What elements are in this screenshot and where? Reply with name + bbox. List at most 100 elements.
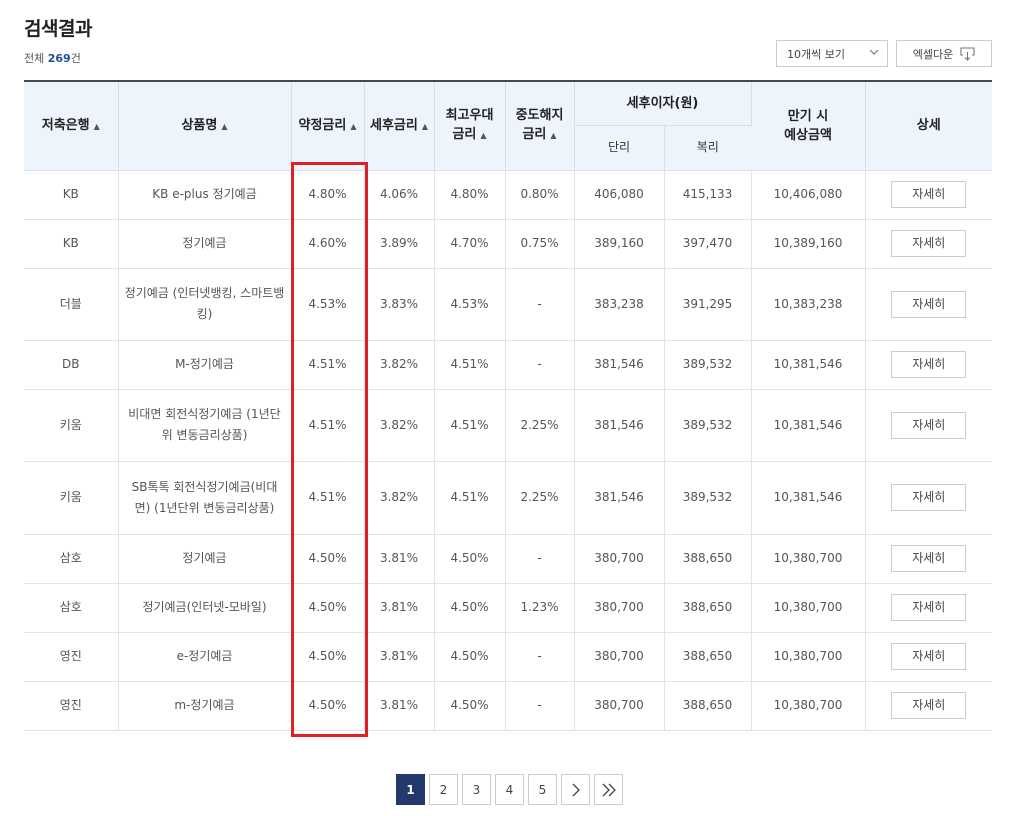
table-row: KB KB e-plus 정기예금 4.80% 4.06% 4.80% 0.80% 406,… <box>24 170 992 220</box>
cell-rate: 4.50% <box>291 534 365 584</box>
per-page-label: 10개씩 보기 <box>787 47 845 61</box>
last-page-button[interactable] <box>594 774 623 805</box>
cell-early-rate: 2.25% <box>505 389 575 462</box>
cell-bank: 삼호 <box>24 534 119 584</box>
cell-detail: 자세히 <box>865 219 992 269</box>
excel-download-label: 엑셀다운 <box>912 47 954 61</box>
cell-bank: KB <box>24 219 119 269</box>
table-row: 영진 e-정기예금 4.50% 3.81% 4.50% -380,700 388,650 10… <box>24 632 992 682</box>
cell-product: 정기예금 (인터넷뱅킹, 스마트뱅킹) <box>118 268 292 341</box>
cell-rate: 4.51% <box>291 461 365 535</box>
sort-up-icon[interactable]: ▲ <box>550 131 556 140</box>
cell-early-rate: 0.80% <box>505 170 575 220</box>
page-button-4[interactable]: 4 <box>495 774 524 805</box>
cell-after-tax-rate: 3.89% <box>364 219 435 269</box>
next-page-button[interactable] <box>561 774 590 805</box>
header-early-rate[interactable]: 중도해지 금리 ▲ <box>505 80 575 171</box>
cell-early-rate: 1.23% <box>505 583 575 633</box>
cell-compound-interest: 389,532 <box>664 340 752 390</box>
sort-up-icon[interactable]: ▲ <box>221 122 227 131</box>
cell-detail: 자세히 <box>865 268 992 341</box>
cell-maturity-amount: 10,380,700 <box>751 681 866 731</box>
cell-detail: 자세히 <box>865 583 992 633</box>
cell-after-tax-rate: 3.81% <box>364 583 435 633</box>
cell-rate: 4.50% <box>291 632 365 682</box>
cell-bank: 영진 <box>24 632 119 682</box>
cell-product: m-정기예금 <box>118 681 292 731</box>
cell-detail: 자세히 <box>865 461 992 535</box>
cell-after-tax-rate: 3.82% <box>364 340 435 390</box>
header-rate[interactable]: 약정금리 ▲ <box>291 80 365 171</box>
sort-up-icon[interactable]: ▲ <box>422 122 428 131</box>
page-button-3[interactable]: 3 <box>462 774 491 805</box>
pagination: 1 2 3 4 5 <box>396 774 623 805</box>
detail-button[interactable]: 자세히 <box>891 484 967 511</box>
cell-simple-interest: 380,700 <box>574 534 665 584</box>
cell-simple-interest: 383,238 <box>574 268 665 341</box>
sort-up-icon[interactable]: ▲ <box>350 122 356 131</box>
detail-button[interactable]: 자세히 <box>891 545 967 572</box>
cell-detail: 자세히 <box>865 632 992 682</box>
cell-bank: 더블 <box>24 268 119 341</box>
cell-bank: 키움 <box>24 461 119 535</box>
cell-detail: 자세히 <box>865 534 992 584</box>
table-row: 영진 m-정기예금 4.50% 3.81% 4.50% -380,700 388,650 10… <box>24 681 992 731</box>
cell-after-tax-rate: 3.81% <box>364 632 435 682</box>
detail-button[interactable]: 자세히 <box>891 692 967 719</box>
double-chevron-right-icon <box>601 783 617 797</box>
cell-compound-interest: 397,470 <box>664 219 752 269</box>
cell-after-tax-rate: 3.81% <box>364 534 435 584</box>
chevron-right-icon <box>571 783 581 797</box>
cell-maturity-amount: 10,383,238 <box>751 268 866 341</box>
detail-button[interactable]: 자세히 <box>891 594 967 621</box>
table-row: 삼호 정기예금 4.50% 3.81% 4.50% -380,700 388,650 10,3… <box>24 534 992 584</box>
cell-product: M-정기예금 <box>118 340 292 390</box>
per-page-select[interactable]: 10개씩 보기 <box>776 40 888 67</box>
detail-button[interactable]: 자세히 <box>891 290 967 318</box>
cell-after-tax-rate: 3.82% <box>364 461 435 535</box>
excel-download-button[interactable]: 엑셀다운 <box>896 40 992 67</box>
table-row: 더블 정기예금 (인터넷뱅킹, 스마트뱅킹) 4.53% 3.83% 4.53% -383… <box>24 268 992 341</box>
header-bank[interactable]: 저축은행 ▲ <box>24 80 119 171</box>
cell-maturity-amount: 10,389,160 <box>751 219 866 269</box>
table-row: 키움 비대면 회전식정기예금 (1년단위 변동금리상품) 4.51% 3.82% 4.5… <box>24 389 992 462</box>
table-row: DB M-정기예금 4.51% 3.82% 4.51% -381,546 389,532 10… <box>24 340 992 390</box>
total-prefix: 전체 <box>24 52 45 65</box>
cell-compound-interest: 391,295 <box>664 268 752 341</box>
header-product[interactable]: 상품명 ▲ <box>118 80 292 171</box>
cell-after-tax-rate: 3.81% <box>364 681 435 731</box>
cell-rate: 4.80% <box>291 170 365 220</box>
cell-bank: 삼호 <box>24 583 119 633</box>
cell-rate: 4.50% <box>291 681 365 731</box>
cell-bank: DB <box>24 340 119 390</box>
cell-maturity-amount: 10,380,700 <box>751 534 866 584</box>
sort-up-icon[interactable]: ▲ <box>480 131 486 140</box>
sort-up-icon[interactable]: ▲ <box>94 122 100 131</box>
cell-rate: 4.53% <box>291 268 365 341</box>
detail-button[interactable]: 자세히 <box>891 181 967 208</box>
result-count: 전체 269건 <box>24 50 81 66</box>
cell-product: SB톡톡 회전식정기예금(비대면) (1년단위 변동금리상품) <box>118 461 292 535</box>
cell-simple-interest: 380,700 <box>574 632 665 682</box>
detail-button[interactable]: 자세히 <box>891 230 967 257</box>
cell-product: KB e-plus 정기예금 <box>118 170 292 220</box>
detail-button[interactable]: 자세히 <box>891 351 967 378</box>
cell-simple-interest: 389,160 <box>574 219 665 269</box>
cell-simple-interest: 381,546 <box>574 340 665 390</box>
header-after-tax-rate[interactable]: 세후금리 ▲ <box>364 80 435 171</box>
cell-max-rate: 4.50% <box>434 534 506 584</box>
cell-max-rate: 4.53% <box>434 268 506 341</box>
cell-compound-interest: 389,532 <box>664 389 752 462</box>
header-max-rate[interactable]: 최고우대 금리 ▲ <box>434 80 506 171</box>
page-button-5[interactable]: 5 <box>528 774 557 805</box>
header-simple: 단리 <box>574 125 665 171</box>
cell-detail: 자세히 <box>865 389 992 462</box>
detail-button[interactable]: 자세히 <box>891 643 967 670</box>
cell-maturity-amount: 10,406,080 <box>751 170 866 220</box>
cell-detail: 자세히 <box>865 340 992 390</box>
table-row: KB 정기예금 4.60% 3.89% 4.70% 0.75% 389,160 397,470… <box>24 219 992 269</box>
page-button-1[interactable]: 1 <box>396 774 425 805</box>
detail-button[interactable]: 자세히 <box>891 411 967 439</box>
cell-detail: 자세히 <box>865 681 992 731</box>
page-button-2[interactable]: 2 <box>429 774 458 805</box>
